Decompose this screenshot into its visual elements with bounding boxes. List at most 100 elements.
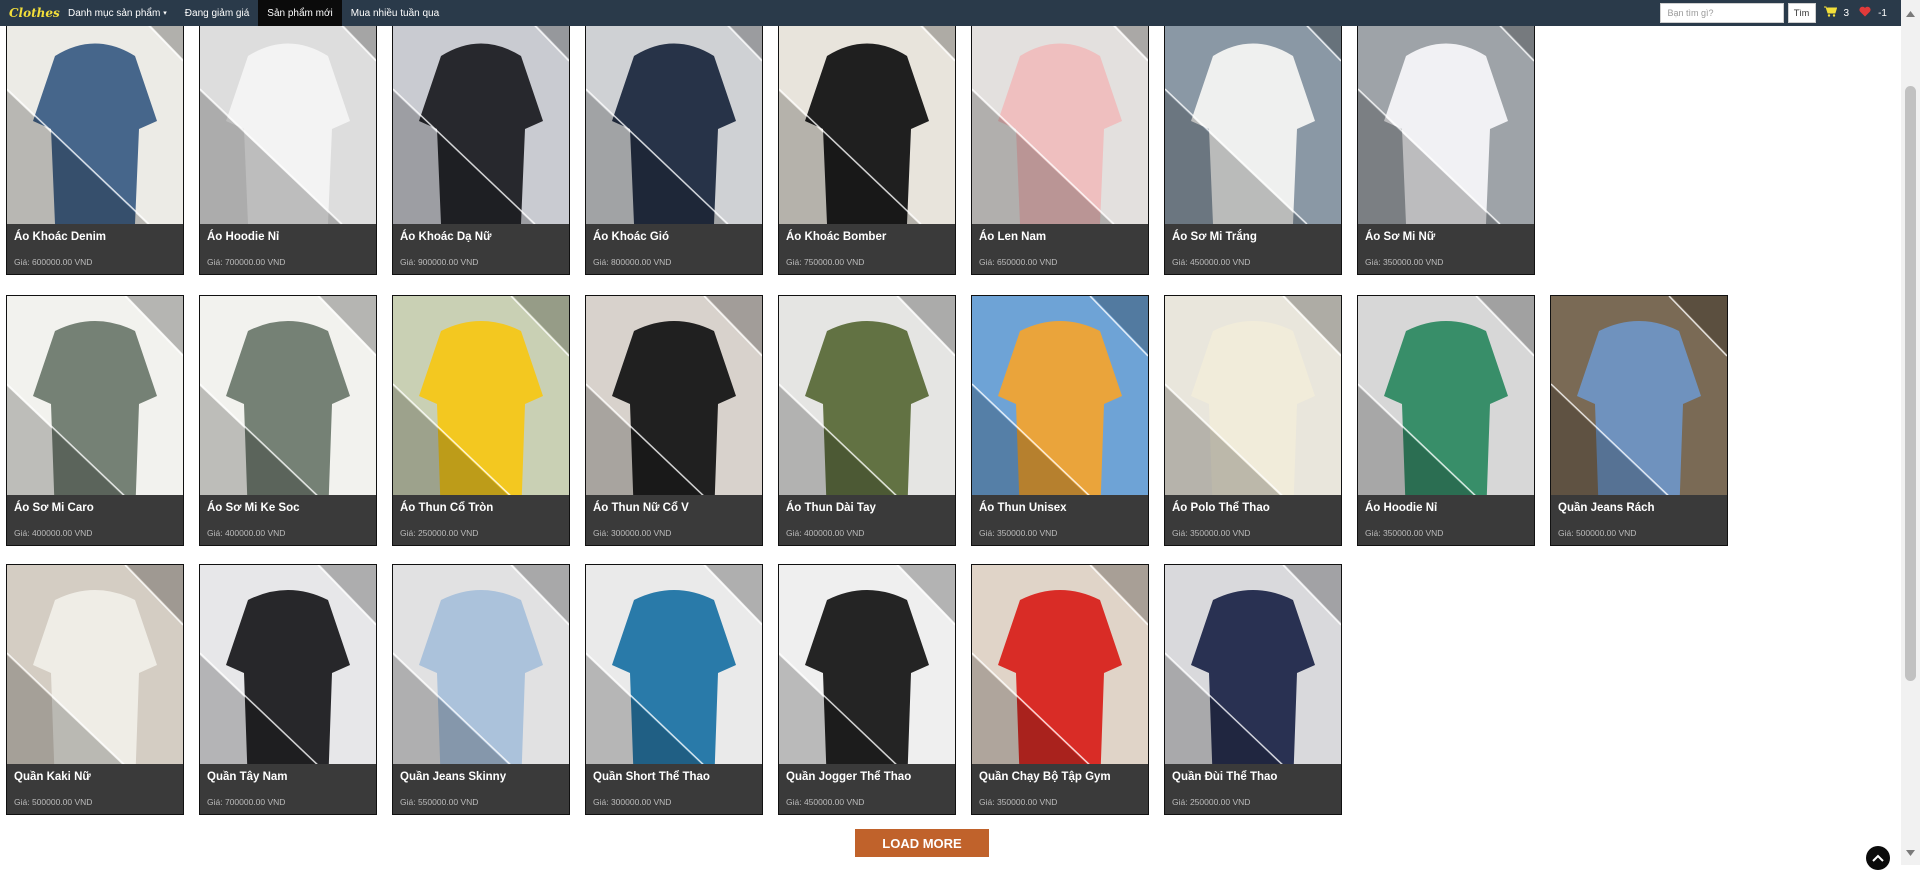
product-card[interactable]: Áo Khoác Denim Giá: 600000.00 VND (6, 0, 184, 275)
chevron-up-icon (1872, 854, 1884, 862)
product-card[interactable]: Áo Thun Dài Tay Giá: 400000.00 VND (778, 295, 956, 546)
product-image[interactable] (586, 565, 762, 764)
product-image[interactable] (972, 1, 1148, 224)
scroll-down-arrow-icon[interactable] (1906, 843, 1915, 861)
product-image[interactable] (779, 296, 955, 495)
product-image[interactable] (586, 1, 762, 224)
brand-logo[interactable]: Clothes (9, 6, 60, 20)
product-card[interactable]: Áo Sơ Mi Nữ Giá: 350000.00 VND (1357, 0, 1535, 275)
product-card[interactable]: Quần Jeans Skinny Giá: 550000.00 VND (392, 564, 570, 815)
product-image[interactable] (200, 1, 376, 224)
product-name[interactable]: Áo Thun Nữ Cổ V (586, 495, 762, 521)
product-card[interactable]: Áo Polo Thể Thao Giá: 350000.00 VND (1164, 295, 1342, 546)
product-card[interactable]: Áo Sơ Mi Ke Soc Giá: 400000.00 VND (199, 295, 377, 546)
product-name[interactable]: Quần Jeans Skinny (393, 764, 569, 790)
product-image[interactable] (1165, 296, 1341, 495)
nav-item-new-products[interactable]: Sản phẩm mới (258, 0, 342, 26)
product-name[interactable]: Áo Thun Cổ Tròn (393, 495, 569, 521)
load-more-button[interactable]: LOAD MORE (855, 829, 989, 857)
product-price: Giá: 500000.00 VND (1558, 528, 1637, 538)
product-name[interactable]: Áo Sơ Mi Trắng (1165, 224, 1341, 250)
product-card[interactable]: Áo Khoác Dạ Nữ Giá: 900000.00 VND (392, 0, 570, 275)
nav-item-categories[interactable]: Danh mục sản phẩm ▾ (59, 0, 176, 26)
product-card[interactable]: Quần Short Thể Thao Giá: 300000.00 VND (585, 564, 763, 815)
product-name[interactable]: Quần Đùi Thể Thao (1165, 764, 1341, 790)
product-card[interactable]: Áo Hoodie Nỉ Giá: 700000.00 VND (199, 0, 377, 275)
product-card[interactable]: Áo Thun Unisex Giá: 350000.00 VND (971, 295, 1149, 546)
product-image[interactable] (1165, 565, 1341, 764)
product-price: Giá: 250000.00 VND (1172, 797, 1251, 807)
product-card[interactable]: Áo Hoodie Nỉ Giá: 350000.00 VND (1357, 295, 1535, 546)
product-card[interactable]: Áo Len Nam Giá: 650000.00 VND (971, 0, 1149, 275)
product-card[interactable]: Quần Jogger Thể Thao Giá: 450000.00 VND (778, 564, 956, 815)
product-image[interactable] (586, 296, 762, 495)
product-price: Giá: 400000.00 VND (14, 528, 93, 538)
product-card[interactable]: Quần Đùi Thể Thao Giá: 250000.00 VND (1164, 564, 1342, 815)
product-name[interactable]: Áo Khoác Gió (586, 224, 762, 250)
cart-icon[interactable] (1823, 4, 1837, 22)
product-card[interactable]: Áo Khoác Gió Giá: 800000.00 VND (585, 0, 763, 275)
product-name[interactable]: Áo Thun Dài Tay (779, 495, 955, 521)
search-input[interactable] (1659, 3, 1784, 23)
product-name[interactable]: Quần Jeans Rách (1551, 495, 1727, 521)
product-image[interactable] (1358, 1, 1534, 224)
product-image[interactable] (1358, 296, 1534, 495)
heart-icon[interactable] (1859, 4, 1871, 22)
product-image[interactable] (7, 1, 183, 224)
product-price: Giá: 450000.00 VND (1172, 257, 1251, 267)
product-name[interactable]: Áo Hoodie Nỉ (200, 224, 376, 250)
product-name[interactable]: Áo Thun Unisex (972, 495, 1148, 521)
back-to-top-button[interactable] (1866, 846, 1890, 870)
product-image[interactable] (200, 565, 376, 764)
product-image[interactable] (7, 565, 183, 764)
product-image[interactable] (1551, 296, 1727, 495)
product-price: Giá: 400000.00 VND (207, 528, 286, 538)
product-name[interactable]: Áo Sơ Mi Caro (7, 495, 183, 521)
product-card[interactable]: Áo Thun Nữ Cổ V Giá: 300000.00 VND (585, 295, 763, 546)
search-button[interactable]: Tìm (1787, 3, 1816, 23)
product-price: Giá: 500000.00 VND (14, 797, 93, 807)
product-card[interactable]: Áo Sơ Mi Caro Giá: 400000.00 VND (6, 295, 184, 546)
product-name[interactable]: Áo Khoác Dạ Nữ (393, 224, 569, 250)
product-image[interactable] (1165, 1, 1341, 224)
product-price: Giá: 350000.00 VND (1172, 528, 1251, 538)
product-name[interactable]: Áo Len Nam (972, 224, 1148, 250)
product-card[interactable]: Quần Jeans Rách Giá: 500000.00 VND (1550, 295, 1728, 546)
scrollbar-thumb[interactable] (1905, 86, 1916, 681)
product-price: Giá: 900000.00 VND (400, 257, 479, 267)
product-name[interactable]: Áo Khoác Denim (7, 224, 183, 250)
product-image[interactable] (393, 296, 569, 495)
nav-item-best-sellers[interactable]: Mua nhiều tuần qua (342, 0, 448, 26)
scroll-up-arrow-icon[interactable] (1906, 4, 1915, 22)
product-name[interactable]: Áo Hoodie Nỉ (1358, 495, 1534, 521)
product-price: Giá: 450000.00 VND (786, 797, 865, 807)
product-image[interactable] (393, 1, 569, 224)
product-card[interactable]: Áo Thun Cổ Tròn Giá: 250000.00 VND (392, 295, 570, 546)
product-name[interactable]: Quần Kaki Nữ (7, 764, 183, 790)
product-price: Giá: 300000.00 VND (593, 797, 672, 807)
product-card[interactable]: Quần Chạy Bộ Tập Gym Giá: 350000.00 VND (971, 564, 1149, 815)
product-name[interactable]: Quần Chạy Bộ Tập Gym (972, 764, 1148, 790)
product-image[interactable] (779, 1, 955, 224)
product-name[interactable]: Áo Sơ Mi Ke Soc (200, 495, 376, 521)
product-name[interactable]: Quần Tây Nam (200, 764, 376, 790)
product-image[interactable] (972, 296, 1148, 495)
product-image[interactable] (779, 565, 955, 764)
nav-item-on-sale[interactable]: Đang giảm giá (176, 0, 258, 26)
product-card[interactable]: Áo Khoác Bomber Giá: 750000.00 VND (778, 0, 956, 275)
product-name[interactable]: Áo Sơ Mi Nữ (1358, 224, 1534, 250)
product-name[interactable]: Áo Polo Thể Thao (1165, 495, 1341, 521)
product-image[interactable] (7, 296, 183, 495)
product-card[interactable]: Quần Tây Nam Giá: 700000.00 VND (199, 564, 377, 815)
product-name[interactable]: Quần Short Thể Thao (586, 764, 762, 790)
product-name[interactable]: Áo Khoác Bomber (779, 224, 955, 250)
top-navbar: Clothes Danh mục sản phẩm ▾ Đang giảm gi… (0, 0, 1901, 26)
product-card[interactable]: Áo Sơ Mi Trắng Giá: 450000.00 VND (1164, 0, 1342, 275)
product-image[interactable] (200, 296, 376, 495)
product-image[interactable] (393, 565, 569, 764)
page-scrollbar[interactable] (1901, 0, 1920, 865)
product-card[interactable]: Quần Kaki Nữ Giá: 500000.00 VND (6, 564, 184, 815)
product-image[interactable] (972, 565, 1148, 764)
product-price: Giá: 350000.00 VND (979, 797, 1058, 807)
product-name[interactable]: Quần Jogger Thể Thao (779, 764, 955, 790)
